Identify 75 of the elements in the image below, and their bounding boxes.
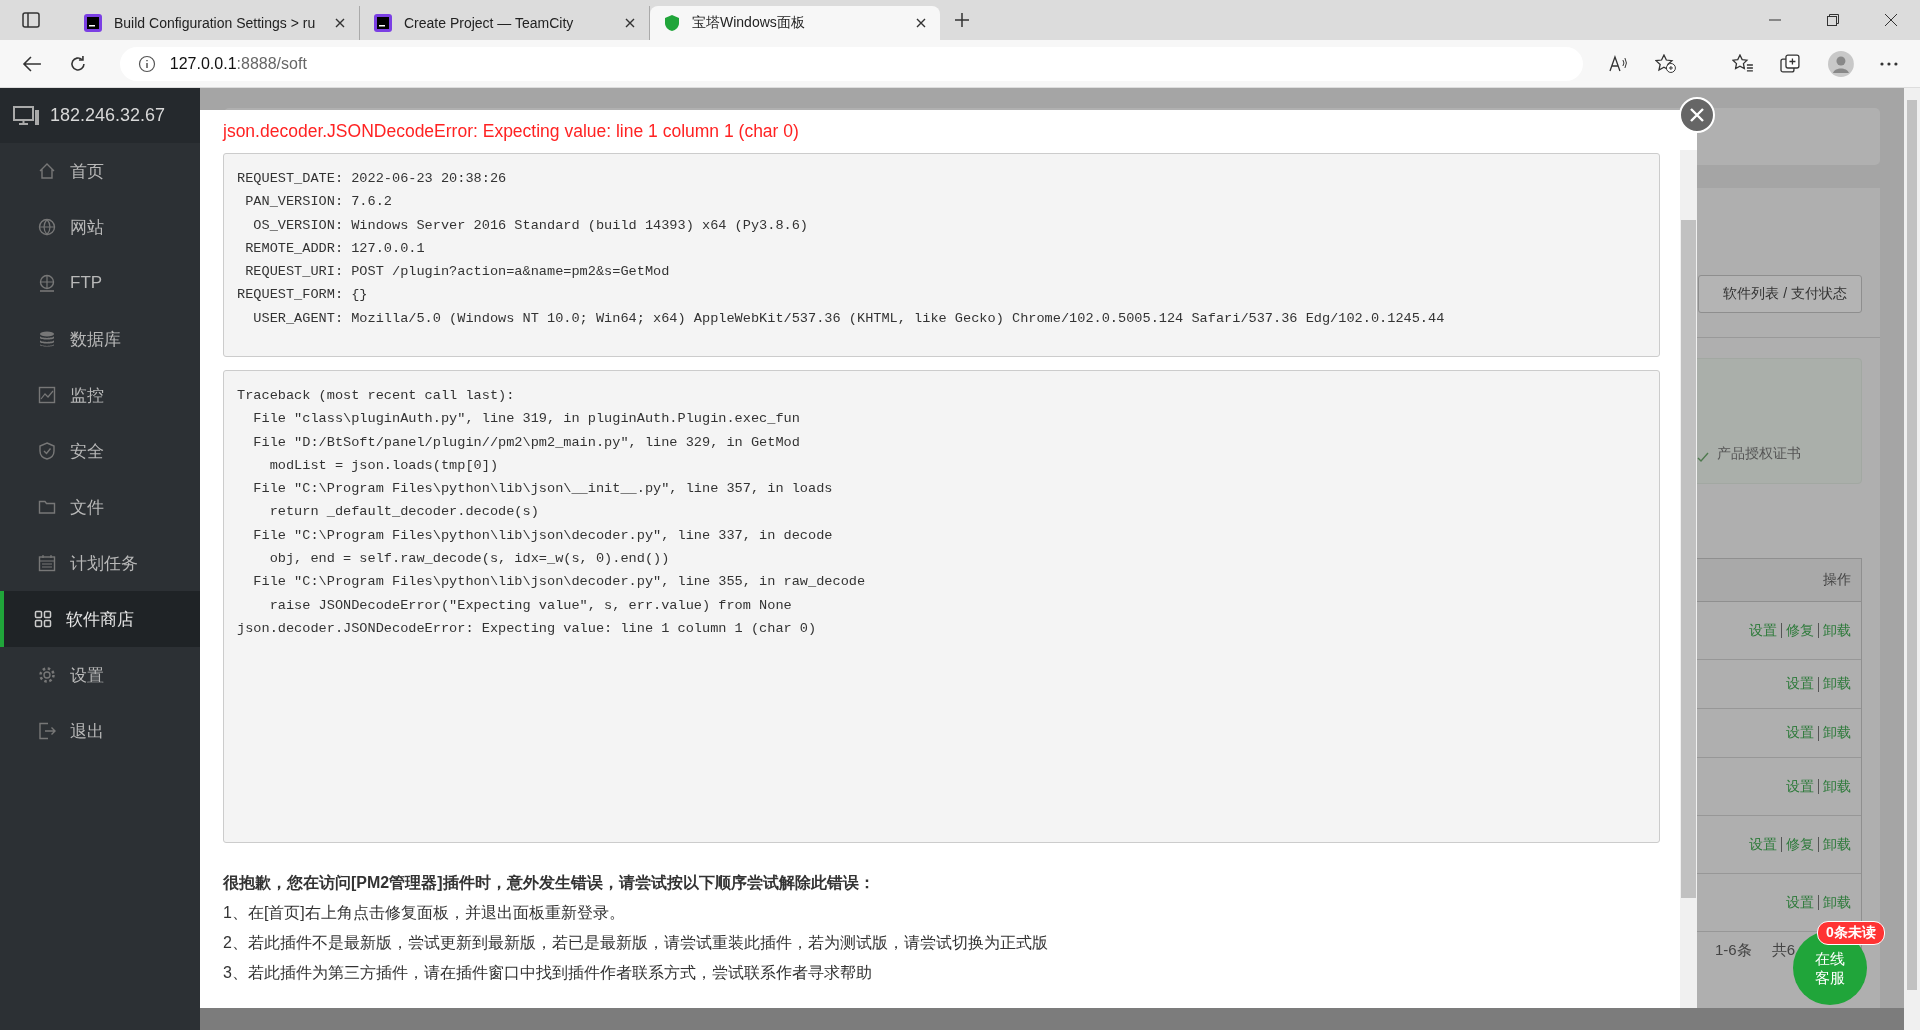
pagination-text: 1-6条 — [1713, 940, 1753, 960]
sidebar-item[interactable]: FTP — [0, 255, 200, 311]
help-text: 3、若此插件为第三方插件，请在插件窗口中找到插件作者联系方式，尝试联系作者寻求帮助 — [223, 963, 873, 983]
sidebar-item[interactable]: 退出 — [0, 703, 200, 759]
close-icon[interactable] — [335, 18, 345, 28]
code-line: REQUEST_DATE: 2022-06-23 20:38:26 — [237, 170, 508, 188]
close-button[interactable] — [1679, 97, 1715, 133]
read-aloud-icon[interactable] — [1608, 54, 1629, 73]
sidebar-toggle-icon[interactable] — [22, 12, 40, 28]
grid-icon — [34, 610, 52, 628]
scrollbar[interactable] — [1680, 150, 1697, 1008]
code-line: raise JSONDecodeError("Expecting value", s, err.value) from None — [268, 596, 793, 615]
scrollbar[interactable] — [1904, 88, 1920, 1030]
restore-icon[interactable] — [1827, 14, 1839, 26]
error-title: json.decoder.JSONDecodeError: Expecting value: line 1 column 1 (char 0) — [223, 121, 800, 143]
close-icon[interactable] — [916, 18, 926, 28]
code-line: return _default_decoder.decode(s) — [268, 503, 540, 522]
code-line: REQUEST_FORM: {} — [237, 286, 369, 305]
code-line: OS_VERSION: Windows Server 2016 Standard (build 14393) x64 (Py3.8.6) — [252, 216, 810, 235]
sidebar-item[interactable]: 监控 — [0, 367, 200, 423]
sidebar-item[interactable]: 数据库 — [0, 311, 200, 367]
code-line: obj, end = self.raw_decode(s, idx=_w(s, 0).end()) — [268, 550, 671, 569]
shield-icon — [38, 442, 56, 460]
code-line: PAN_VERSION: 7.6.2 — [244, 193, 393, 212]
code-line: File "D:/BtSoft/panel/plugin//pm2\pm2_main.py", line 329, in GetMod — [252, 433, 801, 452]
browser-tab[interactable]: 宝塔Windows面板 — [650, 6, 940, 40]
code-line: USER_AGENT: Mozilla/5.0 (Windows NT 10.0; Win64; x64) AppleWebKit/537.36 (KHTML, like Gecko) Chrome/102.0.5005.124 Safari/537.36 Edg/102.0.1245.44 — [252, 309, 1446, 328]
software-list-button[interactable]: 软件列表 / 支付状态 — [1698, 275, 1862, 313]
globe-icon — [38, 218, 56, 236]
computer-icon — [13, 105, 40, 126]
sidebar-item[interactable]: 文件 — [0, 479, 200, 535]
calendar-icon — [38, 554, 56, 572]
sidebar-item[interactable]: 首页 — [0, 143, 200, 199]
code-line: File "class\pluginAuth.py", line 319, in pluginAuth.Plugin.exec_fun — [252, 410, 801, 429]
shield-icon — [664, 14, 680, 32]
back-icon[interactable] — [22, 54, 42, 73]
code-line: modList = json.loads(tmp[0]) — [268, 456, 500, 475]
favorites-icon[interactable] — [1732, 53, 1755, 74]
code-line: File "C:\Program Files\python\lib\json\decoder.py", line 337, in decode — [252, 526, 834, 545]
code-line: Traceback (most recent call last): — [237, 387, 516, 405]
close-icon — [1690, 108, 1704, 122]
help-text: 1、在[首页]右上角点击修复面板，并退出面板重新登录。 — [223, 903, 626, 923]
code-line: File "C:\Program Files\python\lib\json\decoder.py", line 355, in raw_decode — [252, 573, 867, 592]
new-tab-icon[interactable] — [954, 12, 970, 28]
unread-badge: 0条未读 — [1817, 921, 1885, 945]
server-globe-icon — [38, 274, 56, 292]
column-header: 操作 — [1823, 571, 1851, 589]
folder-icon — [38, 498, 56, 516]
app-logo-icon — [374, 14, 392, 32]
database-icon — [38, 330, 56, 348]
app-logo-icon — [84, 14, 102, 32]
avatar-icon[interactable] — [1828, 50, 1855, 77]
more-icon[interactable] — [1880, 61, 1898, 66]
exit-icon — [38, 722, 56, 740]
help-heading: 很抱歉，您在访问[PM2管理器]插件时，意外发生错误，请尝试按以下顺序尝试解除此错误： — [223, 873, 876, 893]
close-icon[interactable] — [625, 18, 635, 28]
sidebar-item[interactable]: 软件商店 — [0, 591, 200, 647]
code-line: json.decoder.JSONDecodeError: Expecting value: line 1 column 1 (char 0) — [237, 619, 818, 638]
info-icon — [137, 54, 156, 73]
settings-icon — [38, 666, 56, 684]
code-line: REMOTE_ADDR: 127.0.0.1 — [244, 239, 426, 258]
collections-icon[interactable] — [1780, 53, 1803, 74]
code-line: REQUEST_URI: POST /plugin?action=a&name=pm2&s=GetMod — [244, 263, 671, 282]
add-favorite-icon[interactable] — [1654, 53, 1677, 74]
close-icon[interactable] — [1885, 14, 1897, 26]
sidebar-item[interactable]: 设置 — [0, 647, 200, 703]
sidebar-item[interactable]: 网站 — [0, 199, 200, 255]
help-text: 2、若此插件不是最新版，尝试更新到最新版，若已是最新版，请尝试重装此插件，若为测试版，请尝试切换为正式版 — [223, 933, 1049, 953]
pagination-text: 共6 — [1770, 940, 1796, 960]
chart-icon — [38, 386, 56, 404]
home-icon — [38, 162, 56, 180]
address-field[interactable]: 127.0.0.1:8888/soft — [119, 46, 1583, 81]
server-ip: 182.246.32.67 — [50, 105, 166, 126]
sidebar-item[interactable]: 安全 — [0, 423, 200, 479]
sidebar-item[interactable]: 计划任务 — [0, 535, 200, 591]
